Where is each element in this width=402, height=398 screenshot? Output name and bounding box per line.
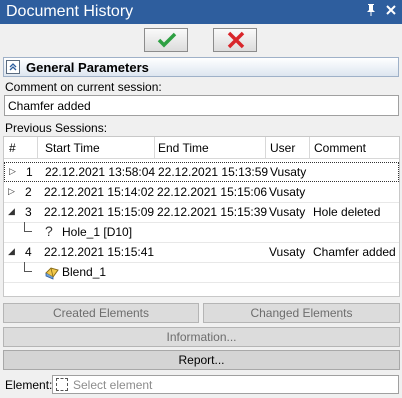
checkmark-icon — [157, 32, 177, 48]
element-placeholder: Select element — [73, 378, 153, 392]
user: Vusaty — [270, 165, 307, 179]
user: Vusaty — [269, 245, 306, 259]
tree-connector — [24, 222, 32, 232]
blend-icon — [44, 264, 60, 283]
close-icon[interactable] — [384, 3, 398, 21]
x-icon — [227, 31, 245, 49]
child-element-name: Blend_1 — [62, 265, 107, 279]
report-button[interactable]: Report... — [3, 350, 400, 370]
ok-button[interactable] — [144, 28, 188, 52]
title-bar: Document History — [0, 0, 402, 24]
information-button[interactable]: Information... — [3, 327, 400, 347]
session-number: 2 — [25, 185, 32, 199]
start-time: 22.12.2021 13:58:04 — [45, 165, 156, 179]
previous-sessions-label: Previous Sessions: — [5, 121, 108, 135]
end-time: 22.12.2021 15:15:39 — [157, 205, 268, 219]
element-select-input[interactable]: Select element — [52, 375, 399, 394]
column-header-end-time[interactable]: End Time — [158, 141, 209, 155]
select-element-icon — [56, 378, 68, 391]
column-header-start-time[interactable]: Start Time — [45, 141, 100, 155]
start-time: 22.12.2021 15:14:02 — [44, 185, 155, 199]
table-row[interactable]: ◢ 4 22.12.2021 15:15:41 Vusaty Chamfer a… — [4, 242, 399, 262]
start-time: 22.12.2021 15:15:41 — [44, 245, 155, 259]
changed-elements-button[interactable]: Changed Elements — [203, 303, 400, 323]
sessions-table[interactable]: # Start Time End Time User Comment ▷ 1 2… — [3, 136, 400, 297]
collapse-row-icon[interactable]: ◢ — [8, 206, 15, 217]
table-header: # Start Time End Time User Comment — [4, 137, 399, 159]
table-row[interactable]: ◢ 3 22.12.2021 15:15:09 22.12.2021 15:15… — [4, 202, 399, 222]
pin-icon[interactable] — [364, 3, 378, 22]
column-header-user[interactable]: User — [270, 141, 295, 155]
session-number: 1 — [26, 165, 33, 179]
user: Vusaty — [269, 205, 306, 219]
column-header-number[interactable]: # — [9, 141, 16, 155]
collapse-icon[interactable] — [6, 60, 20, 74]
general-parameters-title: General Parameters — [26, 60, 149, 75]
end-time: 22.12.2021 15:13:59 — [158, 165, 269, 179]
session-number: 4 — [25, 245, 32, 259]
child-row[interactable]: ? Hole_1 [D10] — [4, 222, 399, 242]
cancel-button[interactable] — [213, 28, 257, 52]
general-parameters-header[interactable]: General Parameters — [3, 57, 399, 77]
expand-icon[interactable]: ▷ — [9, 166, 16, 177]
column-header-comment[interactable]: Comment — [314, 141, 366, 155]
question-icon: ? — [45, 223, 53, 239]
child-row[interactable]: Blend_1 — [4, 262, 399, 282]
start-time: 22.12.2021 15:15:09 — [44, 205, 155, 219]
tree-connector — [24, 262, 32, 272]
created-elements-button[interactable]: Created Elements — [3, 303, 199, 323]
table-row[interactable]: ▷ 1 22.12.2021 13:58:04 22.12.2021 15:13… — [4, 162, 399, 182]
expand-icon[interactable]: ▷ — [8, 186, 15, 197]
element-label: Element: — [5, 378, 53, 392]
window-title: Document History — [6, 3, 134, 20]
comment-input[interactable]: Chamfer added — [4, 95, 399, 116]
child-element-name: Hole_1 [D10] — [62, 225, 133, 239]
user: Vusaty — [269, 185, 306, 199]
comment: Hole deleted — [313, 205, 381, 219]
session-number: 3 — [25, 205, 32, 219]
collapse-row-icon[interactable]: ◢ — [8, 246, 15, 257]
comment: Chamfer added — [313, 245, 396, 259]
end-time: 22.12.2021 15:15:06 — [157, 185, 268, 199]
comment-label: Comment on current session: — [5, 80, 162, 94]
table-row[interactable]: ▷ 2 22.12.2021 15:14:02 22.12.2021 15:15… — [4, 182, 399, 202]
